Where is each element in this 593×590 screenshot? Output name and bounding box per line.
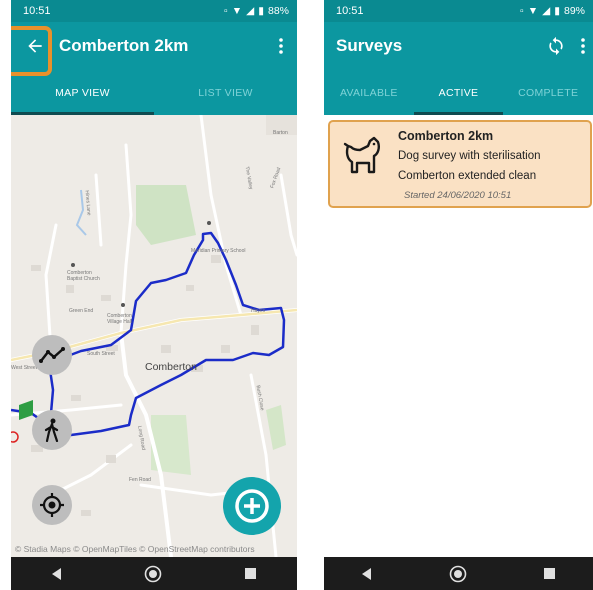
app-toolbar: Comberton 2km bbox=[11, 22, 297, 70]
map-label-west-street: West Street bbox=[11, 365, 38, 371]
surveys-screen: 10:51 ▫ ▼ ◢ ▮ 89% Surveys AVAILABLE ACTI… bbox=[324, 0, 593, 590]
survey-started: Started 24/06/2020 10:51 bbox=[404, 190, 512, 201]
school-poi-icon bbox=[207, 221, 211, 225]
map-attribution[interactable]: © Stadia Maps © OpenMapTiles © OpenStree… bbox=[15, 544, 255, 554]
more-vert-icon bbox=[279, 38, 283, 54]
map-screen: 10:51 ▫ ▼ ◢ ▮ 88% Comberton 2km MAP VIEW… bbox=[11, 0, 297, 590]
dog-icon bbox=[343, 136, 380, 174]
my-location-icon bbox=[40, 493, 64, 517]
back-button[interactable] bbox=[11, 22, 59, 70]
survey-tabs: AVAILABLE ACTIVE COMPLETE bbox=[324, 70, 593, 115]
map-label-hall: Comberton Village Hall bbox=[107, 313, 132, 325]
app-toolbar: Surveys bbox=[324, 22, 593, 70]
survey-title: Comberton 2km bbox=[398, 129, 494, 143]
walking-person-icon bbox=[44, 418, 59, 442]
map-label-church: Comberton Baptist Church bbox=[67, 270, 100, 282]
nav-recents-icon[interactable] bbox=[244, 568, 256, 579]
green-area bbox=[136, 185, 196, 245]
page-title: Comberton 2km bbox=[59, 36, 189, 55]
status-time: 10:51 bbox=[336, 5, 364, 17]
sync-button[interactable] bbox=[541, 31, 571, 61]
status-time: 10:51 bbox=[23, 5, 51, 17]
view-tabs: MAP VIEW LIST VIEW bbox=[11, 70, 297, 115]
walk-button[interactable] bbox=[32, 410, 72, 450]
tab-complete[interactable]: COMPLETE bbox=[503, 70, 593, 115]
tab-list-view[interactable]: LIST VIEW bbox=[154, 70, 297, 115]
system-nav-bar bbox=[324, 557, 593, 590]
battery-level: 88% bbox=[267, 5, 289, 17]
status-bar: 10:51 ▫ ▼ ◢ ▮ 88% bbox=[11, 0, 297, 22]
system-nav-bar bbox=[11, 557, 297, 590]
page-title: Surveys bbox=[336, 36, 403, 55]
my-location-button[interactable] bbox=[32, 485, 72, 525]
tab-active[interactable]: ACTIVE bbox=[413, 70, 504, 115]
vibrate-icon: ▫ bbox=[519, 5, 524, 17]
nav-recents-icon[interactable] bbox=[543, 568, 555, 579]
arrow-back-icon bbox=[28, 39, 42, 53]
map-label-fen-road: Fen Road bbox=[129, 477, 151, 483]
add-survey-button[interactable] bbox=[223, 477, 281, 535]
map-label-hayes: Hayes bbox=[251, 308, 266, 314]
battery-level: 89% bbox=[563, 5, 585, 17]
map-label-barton: Barton bbox=[273, 130, 288, 136]
route-button[interactable] bbox=[32, 335, 72, 375]
map-label-south-street: South Street bbox=[87, 351, 115, 357]
map-label-green-end: Green End bbox=[69, 308, 94, 314]
nav-home-icon[interactable] bbox=[144, 565, 162, 583]
survey-card[interactable]: Comberton 2km Dog survey with sterilisat… bbox=[328, 120, 592, 208]
map-label-school: Meridian Primary School bbox=[191, 248, 246, 254]
survey-subtitle: Comberton extended clean bbox=[398, 170, 537, 182]
battery-icon: ▮ bbox=[258, 5, 264, 17]
add-circle-icon bbox=[235, 489, 269, 523]
survey-description: Dog survey with sterilisation bbox=[398, 150, 541, 162]
signal-icon: ◢ bbox=[542, 5, 551, 17]
status-bar: 10:51 ▫ ▼ ◢ ▮ 89% bbox=[324, 0, 593, 22]
battery-icon: ▮ bbox=[554, 5, 560, 17]
tab-available[interactable]: AVAILABLE bbox=[324, 70, 414, 115]
nav-home-icon[interactable] bbox=[449, 565, 467, 583]
wifi-icon: ▼ bbox=[231, 5, 243, 17]
signal-icon: ◢ bbox=[246, 5, 255, 17]
map-view[interactable]: Meridian Primary School Comberton Baptis… bbox=[11, 115, 297, 557]
tab-map-view[interactable]: MAP VIEW bbox=[11, 70, 154, 115]
more-vert-icon bbox=[581, 38, 585, 54]
nav-back-icon[interactable] bbox=[362, 567, 372, 580]
hall-poi-icon bbox=[121, 303, 125, 307]
route-icon bbox=[39, 347, 65, 363]
nav-back-icon[interactable] bbox=[52, 567, 62, 580]
wifi-icon: ▼ bbox=[527, 5, 539, 17]
vibrate-icon: ▫ bbox=[223, 5, 228, 17]
overflow-menu-button[interactable] bbox=[275, 34, 287, 58]
church-poi-icon bbox=[71, 263, 75, 267]
map-label-village: Comberton bbox=[145, 361, 197, 373]
overflow-menu-button[interactable] bbox=[577, 34, 589, 58]
sync-icon bbox=[549, 36, 563, 56]
